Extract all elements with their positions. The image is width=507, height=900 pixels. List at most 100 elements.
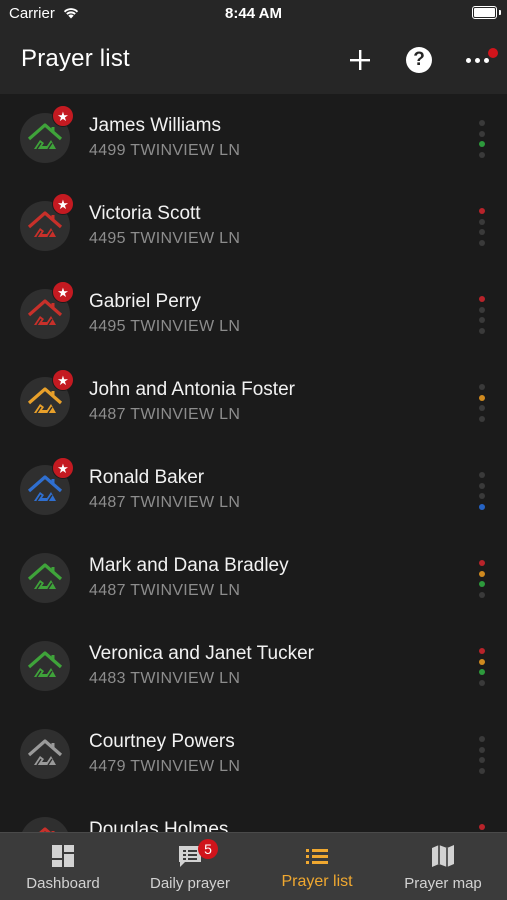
tab-prayer-map[interactable]: Prayer map bbox=[380, 833, 506, 900]
status-dot bbox=[479, 317, 485, 323]
address: 4487 TWINVIEW LN bbox=[89, 494, 241, 511]
praying-hands-house-icon bbox=[27, 299, 63, 326]
status-dot bbox=[479, 405, 485, 411]
status-dots bbox=[479, 472, 486, 514]
status-dot bbox=[479, 679, 485, 686]
status-dot bbox=[479, 824, 485, 830]
status-dot bbox=[479, 570, 485, 577]
status-dots bbox=[479, 208, 486, 250]
status-dot bbox=[479, 229, 485, 235]
status-dot bbox=[479, 482, 485, 489]
prayer-list-row[interactable]: ★ Gabriel Perry 4495 TWINVIEW LN bbox=[0, 270, 507, 358]
tab-daily-prayer[interactable]: 5 Daily prayer bbox=[127, 833, 253, 900]
prayer-list-row[interactable]: ★ Ronald Baker 4487 TWINVIEW LN bbox=[0, 446, 507, 534]
person-name: Victoria Scott bbox=[89, 203, 201, 224]
status-dot bbox=[479, 658, 485, 665]
praying-hands-house-icon bbox=[27, 651, 63, 678]
person-name: Douglas Holmes bbox=[89, 819, 229, 832]
status-dot bbox=[479, 503, 485, 510]
status-dot bbox=[479, 767, 485, 774]
tab-prayer-list[interactable]: Prayer list bbox=[254, 833, 380, 900]
map-icon bbox=[432, 845, 454, 867]
status-dot bbox=[479, 757, 485, 763]
address: 4479 TWINVIEW LN bbox=[89, 758, 241, 775]
person-name: Courtney Powers bbox=[89, 731, 235, 752]
status-dot bbox=[479, 151, 485, 158]
status-dot bbox=[479, 120, 485, 126]
status-dot bbox=[479, 327, 485, 334]
person-name: James Williams bbox=[89, 115, 221, 136]
status-dots bbox=[479, 384, 486, 426]
tab-label: Prayer list bbox=[281, 873, 353, 890]
praying-hands-house-icon bbox=[27, 123, 63, 150]
status-dot bbox=[479, 736, 485, 742]
praying-hands-house-icon bbox=[27, 387, 63, 414]
prayer-list-row[interactable]: Veronica and Janet Tucker 4483 TWINVIEW L… bbox=[0, 622, 507, 710]
address: 4499 TWINVIEW LN bbox=[89, 142, 241, 159]
status-dots bbox=[479, 296, 486, 338]
praying-hands-house-icon bbox=[27, 739, 63, 766]
person-name: Mark and Dana Bradley bbox=[89, 555, 289, 576]
status-dot bbox=[479, 591, 485, 598]
star-badge-icon: ★ bbox=[52, 193, 74, 215]
tab-dashboard[interactable]: Dashboard bbox=[0, 833, 126, 900]
battery-icon bbox=[472, 6, 497, 19]
prayer-list-row[interactable]: ★ James Williams 4499 TWINVIEW LN bbox=[0, 94, 507, 182]
person-name: John and Antonia Foster bbox=[89, 379, 295, 400]
status-dot bbox=[479, 415, 485, 422]
status-dot bbox=[479, 394, 485, 401]
house-avatar bbox=[20, 729, 70, 779]
help-button[interactable]: ? bbox=[401, 42, 437, 78]
address: 4487 TWINVIEW LN bbox=[89, 582, 241, 599]
more-menu-button[interactable] bbox=[459, 42, 498, 78]
navigation-bar: Prayer list ? bbox=[0, 28, 507, 94]
battery-nub bbox=[499, 10, 501, 15]
person-name: Gabriel Perry bbox=[89, 291, 201, 312]
notification-dot bbox=[487, 47, 498, 58]
daily-prayer-badge: 5 bbox=[198, 839, 218, 859]
tab-label: Daily prayer bbox=[149, 875, 231, 892]
add-button[interactable] bbox=[342, 42, 378, 78]
address: 4483 TWINVIEW LN bbox=[89, 670, 241, 687]
status-dot bbox=[479, 493, 485, 499]
person-name: Veronica and Janet Tucker bbox=[89, 643, 314, 664]
status-dot bbox=[479, 581, 485, 587]
status-bar: Carrier 8:44 AM bbox=[0, 0, 507, 28]
person-name: Ronald Baker bbox=[89, 467, 205, 488]
status-dot bbox=[479, 384, 485, 390]
status-dot bbox=[479, 218, 485, 225]
status-dot bbox=[479, 648, 485, 654]
address: 4495 TWINVIEW LN bbox=[89, 318, 241, 335]
clock: 8:44 AM bbox=[225, 5, 282, 22]
dashboard-icon bbox=[52, 845, 74, 867]
address: 4487 TWINVIEW LN bbox=[89, 406, 241, 423]
praying-hands-house-icon bbox=[27, 563, 63, 590]
plus-icon bbox=[350, 50, 370, 70]
prayer-list-row[interactable]: ★ John and Antonia Foster 4487 TWINVIEW LN bbox=[0, 358, 507, 446]
prayer-list-row[interactable]: Mark and Dana Bradley 4487 TWINVIEW LN bbox=[0, 534, 507, 622]
star-badge-icon: ★ bbox=[52, 281, 74, 303]
status-dot bbox=[479, 746, 485, 753]
app-screen: Carrier 8:44 AM Prayer list ? ★ James Wi… bbox=[0, 0, 507, 900]
prayer-list-row[interactable]: ★ Victoria Scott 4495 TWINVIEW LN bbox=[0, 182, 507, 270]
star-badge-icon: ★ bbox=[52, 105, 74, 127]
more-icon bbox=[465, 47, 498, 63]
status-dot bbox=[479, 560, 485, 566]
prayer-list: ★ James Williams 4499 TWINVIEW LN ★ Victoria… bbox=[0, 94, 507, 832]
status-dot bbox=[479, 208, 485, 214]
status-dot bbox=[479, 472, 485, 478]
tab-label: Dashboard bbox=[26, 875, 100, 892]
status-dots bbox=[479, 120, 486, 162]
status-dot bbox=[479, 141, 485, 147]
prayer-list-row[interactable]: Douglas Holmes bbox=[0, 798, 507, 832]
star-badge-icon: ★ bbox=[52, 457, 74, 479]
house-avatar bbox=[20, 817, 70, 832]
star-badge-icon: ★ bbox=[52, 369, 74, 391]
tab-bar: Dashboard 5 Daily prayer Prayer list Pra… bbox=[0, 832, 507, 900]
prayer-list-row[interactable]: Courtney Powers 4479 TWINVIEW LN bbox=[0, 710, 507, 798]
status-dots bbox=[479, 736, 486, 778]
status-dots bbox=[479, 824, 486, 832]
status-dot bbox=[479, 296, 485, 302]
tab-label: Prayer map bbox=[404, 875, 482, 892]
house-avatar bbox=[20, 641, 70, 691]
